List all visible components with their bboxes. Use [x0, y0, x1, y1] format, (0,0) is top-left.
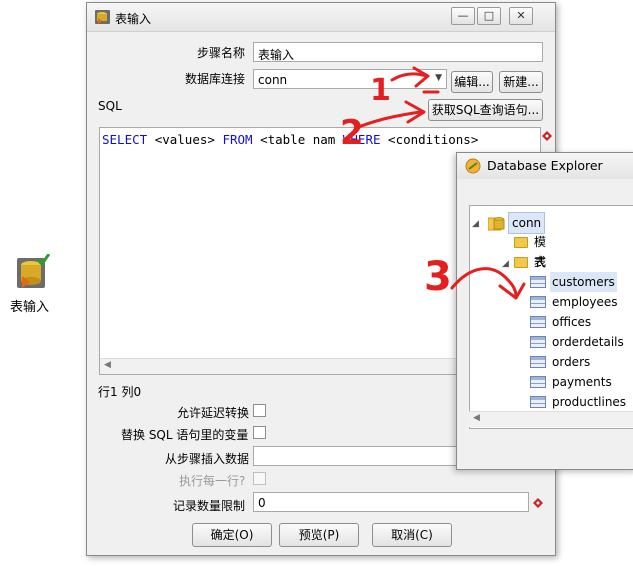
tree-root-label[interactable]: conn	[508, 212, 546, 234]
folder-icon	[514, 237, 528, 248]
explorer-titlebar[interactable]: Database Explorer	[457, 153, 633, 179]
database-tree[interactable]: ◢ conn 模式 ◢ 表 customers employees office…	[469, 205, 633, 429]
sql-label: SQL	[98, 99, 122, 113]
table-name: employees	[552, 295, 618, 309]
variable-icon	[542, 130, 552, 144]
table-input-step-icon[interactable]	[16, 253, 51, 292]
explorer-title: Database Explorer	[487, 158, 603, 173]
minimize-button[interactable]: —	[451, 7, 475, 25]
edit-connection-button[interactable]: 编辑...	[451, 71, 493, 93]
step-label: 表输入	[10, 300, 50, 315]
collapse-arrow-icon[interactable]: ◢	[472, 219, 479, 229]
table-name: orders	[552, 355, 591, 369]
table-icon	[530, 276, 546, 288]
limit-label: 记录数量限制	[173, 499, 246, 513]
connection-icon	[487, 215, 506, 237]
sql-text[interactable]: SELECT <values> FROM <table nam WHERE <c…	[102, 132, 478, 147]
lazy-conversion-label: 允许延迟转换	[177, 406, 250, 420]
maximize-icon: □	[483, 9, 495, 22]
variable-icon	[533, 497, 543, 511]
table-name: payments	[552, 375, 612, 389]
maximize-button[interactable]: □	[477, 7, 501, 25]
table-icon	[530, 296, 546, 308]
execute-each-row-checkbox[interactable]	[253, 472, 266, 485]
table-name: productlines	[552, 395, 627, 409]
dialog-titlebar[interactable]: 表输入 — □ ✕	[87, 3, 555, 32]
preview-button[interactable]: 预览(P)	[279, 523, 359, 547]
chevron-down-icon[interactable]: ▼	[435, 73, 442, 83]
table-input-icon	[95, 9, 111, 25]
scroll-left-icon[interactable]: ◀	[104, 360, 111, 370]
execute-each-row-label: 执行每一行?	[179, 474, 246, 488]
table-icon	[530, 356, 546, 368]
close-button[interactable]: ✕	[509, 7, 533, 25]
limit-field[interactable]: 0	[253, 492, 529, 512]
table-icon	[530, 316, 546, 328]
tree-root[interactable]: ◢ conn	[472, 212, 546, 234]
cancel-button[interactable]: 取消(C)	[372, 523, 452, 547]
close-icon: ✕	[516, 9, 526, 22]
table-name: customers	[550, 272, 617, 292]
new-connection-button[interactable]: 新建...	[499, 71, 543, 93]
dialog-title: 表输入	[115, 12, 152, 26]
replace-vars-label: 替换 SQL 语句里的变量	[121, 428, 249, 442]
table-name: orderdetails	[552, 335, 624, 349]
connection-value: conn	[258, 73, 288, 87]
table-icon	[530, 396, 546, 408]
collapse-arrow-icon[interactable]: ◢	[502, 259, 509, 269]
database-explorer-dialog: Database Explorer ◢ conn 模式 ◢ 表 customer…	[456, 152, 633, 470]
ok-button[interactable]: 确定(O)	[192, 523, 272, 547]
minimize-icon: —	[457, 9, 469, 22]
replace-vars-checkbox[interactable]	[253, 426, 266, 439]
cursor-position: 行1 列0	[98, 385, 142, 399]
connection-select[interactable]: conn ▼	[253, 69, 447, 89]
step-name-field[interactable]: 表输入	[253, 42, 543, 62]
lazy-conversion-checkbox[interactable]	[253, 404, 266, 417]
tree-tables-label: 表	[534, 255, 547, 269]
folder-icon	[514, 257, 528, 268]
scroll-left-icon[interactable]: ◀	[473, 413, 480, 423]
step-name-label: 步骤名称	[197, 46, 246, 60]
tree-tables[interactable]: ◢ 表	[502, 252, 546, 272]
explorer-horizontal-scrollbar[interactable]: ◀	[469, 411, 633, 427]
table-name: offices	[552, 315, 592, 329]
connection-label: 数据库连接	[185, 72, 246, 86]
get-sql-button[interactable]: 获取SQL查询语句...	[428, 99, 543, 121]
table-icon	[530, 376, 546, 388]
insert-from-step-label: 从步骤插入数据	[165, 452, 250, 466]
table-icon	[530, 336, 546, 348]
database-explorer-icon	[465, 158, 481, 177]
tree-table-item[interactable]: customers	[530, 272, 633, 292]
